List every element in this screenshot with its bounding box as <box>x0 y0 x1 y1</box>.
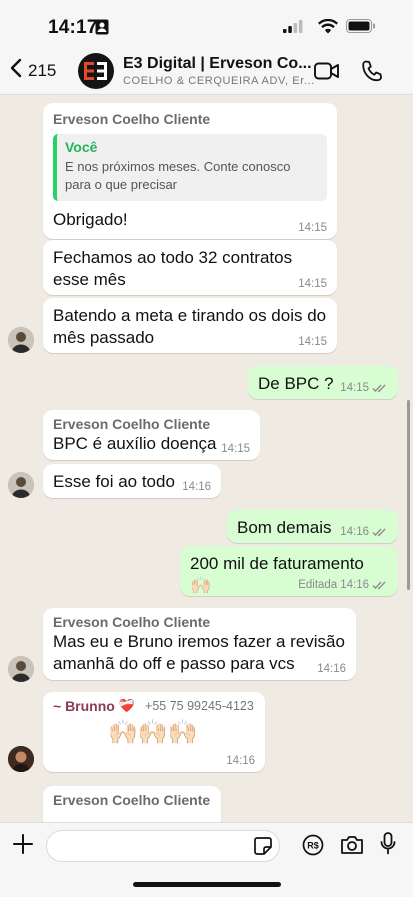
quote-text: E nos próximos meses. Conte conosco para… <box>65 159 291 192</box>
message-time: 14:15 <box>298 222 327 234</box>
time-label: 14:16 <box>340 579 369 591</box>
time-label: 14:15 <box>298 278 327 290</box>
message-time: 14:15 <box>340 382 388 394</box>
avatar[interactable] <box>8 656 34 682</box>
message-bubble[interactable]: ~ Brunno ❤️‍🩹 +55 75 99245-4123 🙌🏻🙌🏻🙌🏻 1… <box>43 692 265 772</box>
time-label: 14:15 <box>298 222 327 234</box>
svg-text:R$: R$ <box>307 841 319 851</box>
message-text: Batendo a meta e tirando os dois do mês … <box>53 306 327 347</box>
battery-icon <box>346 19 376 38</box>
payment-icon[interactable]: R$ <box>302 834 324 861</box>
message-bubble-outgoing[interactable]: 200 mil de faturamento 🙌🏻 Editada 14:16 <box>180 546 398 596</box>
message-text: Obrigado! <box>53 210 128 229</box>
edited-label: Editada <box>298 579 338 591</box>
message-bubble[interactable]: Erveson Coelho Cliente Mas eu e Bruno ir… <box>43 608 356 680</box>
time-label: 14:16 <box>182 481 211 493</box>
avatar[interactable] <box>8 746 34 772</box>
back-chevron-icon <box>10 58 22 83</box>
message-bubble[interactable]: Erveson Coelho Cliente Você E nos próxim… <box>43 103 337 239</box>
time-label: 14:16 <box>340 526 369 538</box>
time-label: 14:16 <box>317 663 346 675</box>
message-time: 14:16 <box>340 526 388 538</box>
time-label: 14:15 <box>340 382 369 394</box>
sender-name: Erveson Coelho Cliente <box>53 111 211 127</box>
message-bubble-outgoing[interactable]: Bom demais 14:16 <box>227 510 398 543</box>
scrollbar[interactable] <box>407 400 410 590</box>
chat-area[interactable]: Erveson Coelho Cliente Você E nos próxim… <box>0 95 413 822</box>
sender-name: Erveson Coelho Cliente <box>53 792 211 808</box>
message-time: 14:15 <box>298 278 327 290</box>
sender-emoji: ❤️‍🩹 <box>118 698 136 713</box>
message-time: 14:16 <box>182 481 211 493</box>
sender-name: ~ Brunno <box>53 698 115 714</box>
signal-icon <box>283 20 303 38</box>
microphone-icon[interactable] <box>380 832 396 861</box>
message-text: Fechamos ao todo 32 contratos esse mês <box>53 248 293 289</box>
read-ticks-icon <box>372 528 386 537</box>
sender-name: Erveson Coelho Cliente <box>53 416 211 432</box>
sender-phone: +55 75 99245-4123 <box>145 699 254 713</box>
chat-subtitle[interactable]: COELHO & CERQUEIRA ADV, Er... <box>123 75 315 87</box>
e3-logo-icon <box>84 62 107 80</box>
message-bubble[interactable]: Esse foi ao todo 14:16 <box>43 464 221 498</box>
avatar[interactable] <box>8 472 34 498</box>
camera-icon[interactable] <box>340 835 364 860</box>
status-bar: 14:17 <box>0 0 413 50</box>
message-time: 14:16 <box>226 755 255 767</box>
status-time: 14:17 <box>48 17 98 38</box>
read-ticks-icon <box>372 581 386 590</box>
sender-row: ~ Brunno ❤️‍🩹 +55 75 99245-4123 <box>53 698 255 714</box>
phone-icon[interactable] <box>362 60 382 87</box>
home-indicator <box>133 882 281 887</box>
chat-title[interactable]: E3 Digital | Erveson Co... <box>123 55 312 73</box>
contact-card-icon <box>95 19 109 40</box>
wifi-icon <box>318 18 338 39</box>
sender-name: Erveson Coelho Cliente <box>53 614 211 630</box>
message-input[interactable] <box>46 830 280 862</box>
time-label: 14:15 <box>221 443 250 455</box>
message-time: Editada 14:16 <box>298 579 388 591</box>
quote-author: Você <box>65 139 98 155</box>
message-bubble[interactable]: Erveson Coelho Cliente BPC é auxílio doe… <box>43 410 260 460</box>
plus-icon[interactable] <box>12 833 34 860</box>
message-bubble[interactable]: Erveson Coelho Cliente <box>43 786 221 822</box>
time-label: 14:16 <box>226 755 255 767</box>
read-ticks-icon <box>372 384 386 393</box>
message-time: 14:15 <box>221 443 250 455</box>
message-time: 14:15 <box>298 336 327 348</box>
message-bubble[interactable]: Fechamos ao todo 32 contratos esse mês 1… <box>43 240 337 295</box>
avatar[interactable] <box>8 327 34 353</box>
message-text: 🙌🏻🙌🏻🙌🏻 <box>108 719 198 746</box>
message-bubble[interactable]: Batendo a meta e tirando os dois do mês … <box>43 298 337 353</box>
quoted-message[interactable]: Você E nos próximos meses. Conte conosco… <box>53 134 327 201</box>
group-avatar[interactable] <box>78 53 114 89</box>
unread-count: 215 <box>28 60 57 80</box>
chat-header: 215 E3 Digital | Erveson Co... COELHO & … <box>0 50 413 95</box>
message-time: 14:16 <box>317 663 346 675</box>
message-bubble-outgoing[interactable]: De BPC ? 14:15 <box>248 366 398 399</box>
message-text: Mas eu e Bruno iremos fazer a revisão am… <box>53 632 345 673</box>
sticker-icon[interactable] <box>254 837 272 860</box>
video-call-icon[interactable] <box>314 62 340 85</box>
back-button[interactable]: 215 <box>10 58 56 83</box>
time-label: 14:15 <box>298 336 327 348</box>
